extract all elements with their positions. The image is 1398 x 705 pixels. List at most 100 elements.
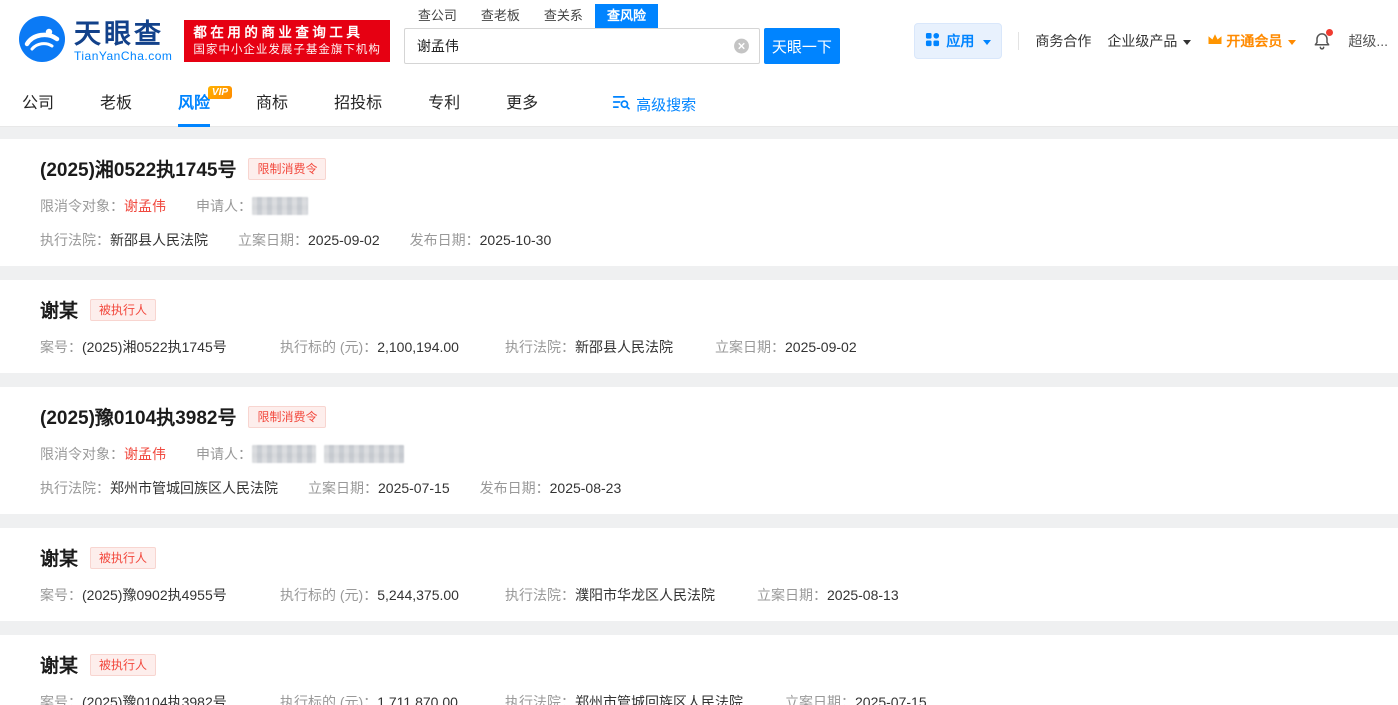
publish-date-value: 2025-08-23 [550,478,622,498]
tianyancha-logo-icon [18,15,66,68]
case-title[interactable]: (2025)豫0104执3982号 [40,403,236,430]
search-tab-company[interactable]: 查公司 [406,4,469,28]
court-value: 郑州市管城回族区人民法院 [110,478,278,498]
court-value: 新邵县人民法院 [575,337,673,357]
apps-label: 应用 [946,31,974,51]
applicant-label: 申请人： [196,444,252,464]
court-label: 执行法院： [40,478,110,498]
super-vip-link[interactable]: 超级... [1348,31,1388,51]
chevron-down-icon [983,40,991,49]
promo-banner: 都在用的商业查询工具 国家中小企业发展子基金旗下机构 [184,20,390,62]
filing-date-label: 立案日期： [238,230,308,250]
target-person-link[interactable]: 谢孟伟 [124,444,166,464]
search-area: 查公司 查老板 查关系 查风险 天眼一下 [404,0,840,64]
result-card-executed-1: 谢某 被执行人 案号： (2025)湘0522执1745号 执行标的 (元)： … [0,280,1398,373]
result-card-restriction-1: (2025)湘0522执1745号 限制消费令 限消令对象： 谢孟伟 申请人： … [0,139,1398,266]
open-vip-link[interactable]: 开通会员 [1207,31,1296,51]
case-no-label: 案号： [40,337,82,357]
status-badge: 限制消费令 [248,406,326,428]
results-list: (2025)湘0522执1745号 限制消费令 限消令对象： 谢孟伟 申请人： … [0,127,1398,705]
court-value: 濮阳市华龙区人民法院 [575,585,715,605]
amount-value: 2,100,194.00 [377,337,459,357]
person-title[interactable]: 谢某 [40,651,78,678]
page: 天眼查 TianYanCha.com 都在用的商业查询工具 国家中小企业发展子基… [0,0,1398,705]
filing-date-value: 2025-09-02 [785,337,857,357]
redacted-applicant [252,197,308,215]
advanced-search-label: 高级搜索 [636,94,696,115]
enterprise-products-link[interactable]: 企业级产品 [1107,31,1191,51]
header-actions: 应用 商务合作 企业级产品 开通会员 [914,23,1398,59]
publish-date-value: 2025-10-30 [480,230,552,250]
header-divider [1018,32,1019,50]
amount-label: 执行标的 (元)： [280,585,377,605]
promo-line2: 国家中小企业发展子基金旗下机构 [193,45,381,57]
crown-icon [1207,33,1223,49]
case-title[interactable]: (2025)湘0522执1745号 [40,155,236,182]
court-label: 执行法院： [505,585,575,605]
nav-tab-trademark[interactable]: 商标 [256,82,288,127]
case-no-value: (2025)豫0104执3982号 [82,692,227,705]
person-title[interactable]: 谢某 [40,296,78,323]
chevron-down-icon [1288,40,1296,49]
status-badge: 被执行人 [90,654,156,676]
court-label: 执行法院： [40,230,110,250]
result-category-nav: 公司 老板 风险 VIP 商标 招投标 专利 更多 高级搜索 [0,82,1398,127]
filing-date-label: 立案日期： [308,478,378,498]
case-no-label: 案号： [40,585,82,605]
filing-date-label: 立案日期： [715,337,785,357]
result-card-executed-3: 谢某 被执行人 案号： (2025)豫0104执3982号 执行标的 (元)： … [0,635,1398,705]
enterprise-products-label: 企业级产品 [1107,31,1177,51]
status-badge: 被执行人 [90,299,156,321]
publish-date-label: 发布日期： [480,478,550,498]
result-card-executed-2: 谢某 被执行人 案号： (2025)豫0902执4955号 执行标的 (元)： … [0,528,1398,621]
target-label: 限消令对象： [40,196,124,216]
nav-tab-risk[interactable]: 风险 VIP [178,82,210,127]
court-value: 郑州市管城回族区人民法院 [575,692,743,705]
advanced-search-icon [612,94,630,114]
court-label: 执行法院： [505,337,575,357]
applicant-label: 申请人： [196,196,252,216]
filing-date-value: 2025-09-02 [308,230,380,250]
search-tabs: 查公司 查老板 查关系 查风险 [406,4,840,28]
amount-label: 执行标的 (元)： [280,337,377,357]
clear-search-icon[interactable] [733,38,750,55]
apps-grid-icon [925,32,940,50]
nav-tab-company[interactable]: 公司 [22,82,54,127]
case-no-value: (2025)豫0902执4955号 [82,585,227,605]
nav-tab-bidding[interactable]: 招投标 [334,82,382,127]
nav-tab-patent[interactable]: 专利 [428,82,460,127]
amount-label: 执行标的 (元)： [280,692,377,705]
search-tab-relation[interactable]: 查关系 [532,4,595,28]
search-button[interactable]: 天眼一下 [764,28,840,64]
search-input[interactable] [404,28,760,64]
filing-date-label: 立案日期： [785,692,855,705]
biz-cooperation-link[interactable]: 商务合作 [1035,31,1091,51]
notifications-bell-icon[interactable] [1312,31,1332,51]
amount-value: 1,711,870.00 [377,692,458,705]
nav-tab-boss[interactable]: 老板 [100,82,132,127]
nav-tab-risk-label: 风险 [178,95,210,112]
tianyancha-logo[interactable]: 天眼查 TianYanCha.com [18,15,172,68]
filing-date-value: 2025-07-15 [378,478,450,498]
status-badge: 被执行人 [90,547,156,569]
advanced-search-button[interactable]: 高级搜索 [612,94,696,115]
redacted-applicant [324,445,404,463]
person-title[interactable]: 谢某 [40,544,78,571]
target-person-link[interactable]: 谢孟伟 [124,196,166,216]
case-no-label: 案号： [40,692,82,705]
apps-button[interactable]: 应用 [914,23,1002,59]
redacted-applicant [252,445,316,463]
case-no-value: (2025)湘0522执1745号 [82,337,227,357]
vip-badge: VIP [208,86,232,99]
filing-date-label: 立案日期： [757,585,827,605]
promo-line1: 都在用的商业查询工具 [193,26,381,40]
search-tab-boss[interactable]: 查老板 [469,4,532,28]
publish-date-label: 发布日期： [410,230,480,250]
result-card-restriction-2: (2025)豫0104执3982号 限制消费令 限消令对象： 谢孟伟 申请人： … [0,387,1398,514]
target-label: 限消令对象： [40,444,124,464]
search-tab-risk[interactable]: 查风险 [595,4,658,28]
logo-brand-text: 天眼查 [74,19,172,49]
nav-tab-more[interactable]: 更多 [506,82,538,127]
court-value: 新邵县人民法院 [110,230,208,250]
filing-date-value: 2025-07-15 [855,692,927,705]
